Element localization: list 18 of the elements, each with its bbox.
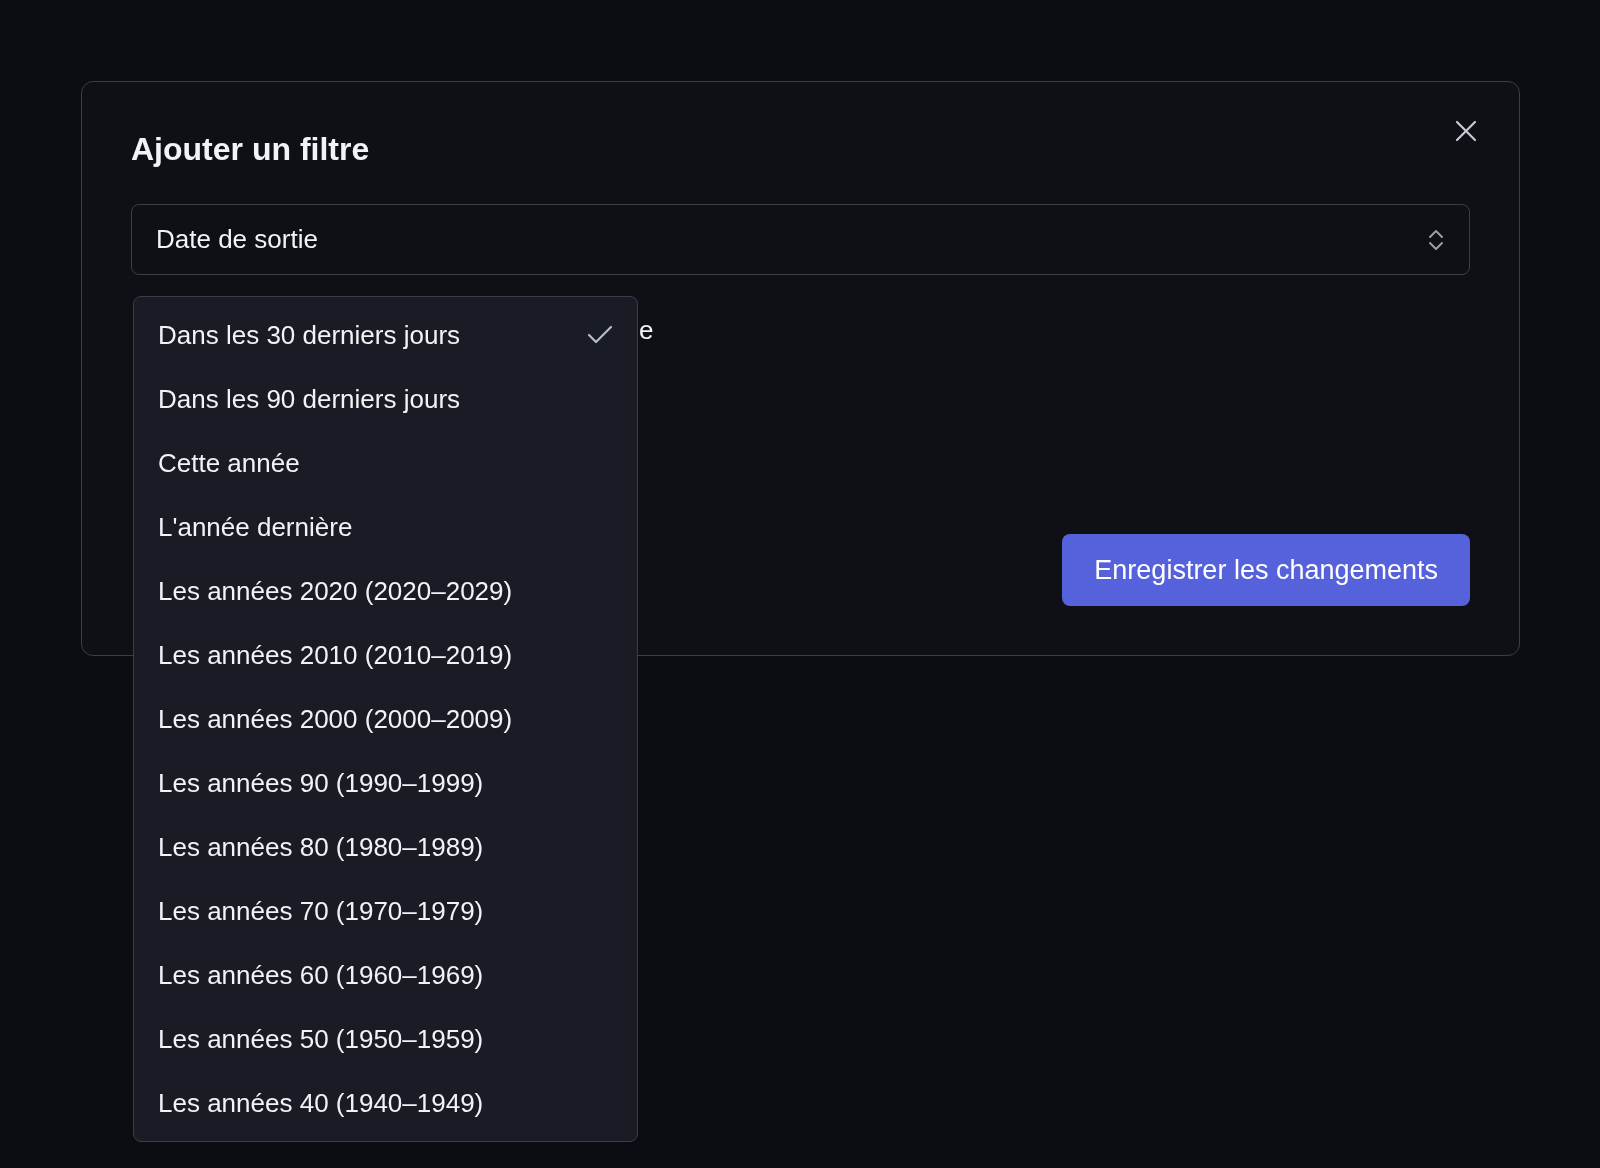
save-button[interactable]: Enregistrer les changements [1062,534,1470,606]
dropdown-option[interactable]: Les années 50 (1950–1959) [134,1007,637,1071]
dropdown-option[interactable]: Cette année [134,431,637,495]
dropdown-option[interactable]: L'année dernière [134,495,637,559]
dropdown-option[interactable]: Les années 60 (1960–1969) [134,943,637,1007]
dropdown-option[interactable]: Les années 70 (1970–1979) [134,879,637,943]
dropdown-option[interactable]: Les années 2020 (2020–2029) [134,559,637,623]
select-value: Date de sortie [156,223,318,257]
dropdown-option[interactable]: Les années 2010 (2010–2019) [134,623,637,687]
select-field[interactable]: Date de sortie [131,204,1470,276]
label-text: e [639,315,654,347]
dropdown-option[interactable]: Les années 2000 (2000–2009) [134,687,637,751]
dialog-title: Ajouter un filtre [131,130,371,169]
checkmark-icon [587,325,613,345]
dropdown-option[interactable]: Dans les 90 derniers jours [134,367,637,431]
dropdown-option[interactable]: Les années 90 (1990–1999) [134,751,637,815]
dropdown-option[interactable]: Les années 80 (1980–1989) [134,815,637,879]
dropdown-option[interactable]: Les années 40 (1940–1949) [134,1071,637,1135]
